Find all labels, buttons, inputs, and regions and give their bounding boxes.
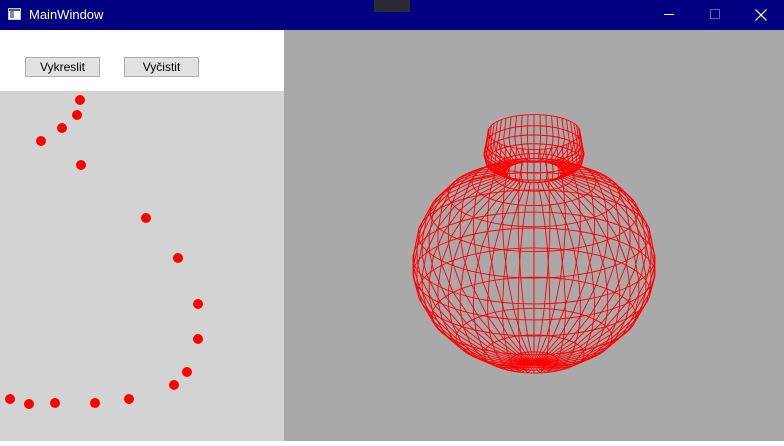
mesh-meridian <box>413 129 535 364</box>
profile-canvas[interactable] <box>0 91 284 441</box>
minimize-button[interactable] <box>646 0 692 30</box>
mesh-meridian <box>533 129 655 364</box>
maximize-button[interactable] <box>692 0 738 30</box>
mesh-meridian <box>533 114 551 364</box>
close-icon <box>755 9 767 21</box>
close-button[interactable] <box>738 0 784 30</box>
profile-point[interactable] <box>5 394 15 404</box>
window-title: MainWindow <box>29 7 104 22</box>
profile-point[interactable] <box>50 398 60 408</box>
profile-point[interactable] <box>124 394 134 404</box>
profile-point[interactable] <box>193 334 203 344</box>
mesh-lines <box>412 114 656 374</box>
app-window-icon <box>8 8 21 20</box>
mesh-meridian <box>459 118 535 364</box>
profile-point[interactable] <box>36 136 46 146</box>
profile-point[interactable] <box>72 110 82 120</box>
toolbar: Vykreslit Vyčistit <box>0 30 284 91</box>
wireframe-mesh <box>412 114 656 374</box>
clear-button[interactable]: Vyčistit <box>124 57 199 77</box>
mesh-meridian <box>517 114 535 364</box>
profile-point[interactable] <box>169 380 179 390</box>
profile-point[interactable] <box>57 123 67 133</box>
mesh-meridian <box>533 148 581 373</box>
profile-points <box>5 95 203 409</box>
profile-point[interactable] <box>182 367 192 377</box>
profile-point[interactable] <box>141 213 151 223</box>
mesh-meridian <box>487 148 535 373</box>
profile-point[interactable] <box>75 95 85 105</box>
draw-button[interactable]: Vykreslit <box>25 57 100 77</box>
profile-point[interactable] <box>90 398 100 408</box>
title-bar: MainWindow <box>0 0 784 30</box>
mesh-meridian <box>412 131 535 364</box>
profile-point[interactable] <box>193 299 203 309</box>
mesh-meridian <box>533 118 609 364</box>
profile-point[interactable] <box>24 399 34 409</box>
viewport-3d[interactable] <box>284 30 784 441</box>
capture-indicator <box>374 0 410 12</box>
profile-point[interactable] <box>173 253 183 263</box>
profile-point[interactable] <box>76 160 86 170</box>
mesh-meridian <box>533 131 656 364</box>
